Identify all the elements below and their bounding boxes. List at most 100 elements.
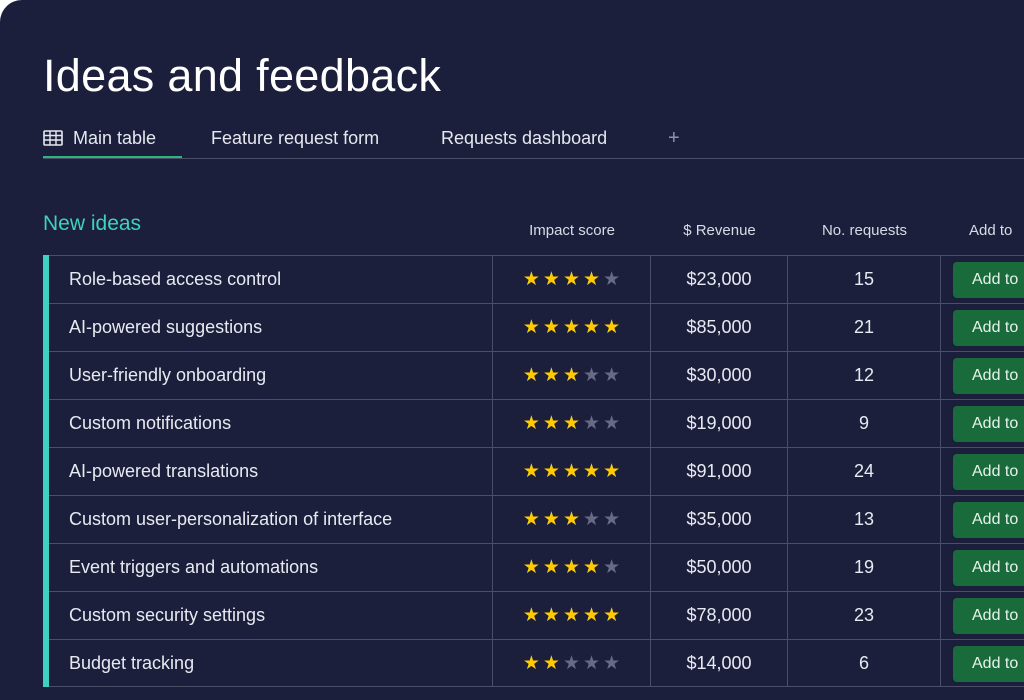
impact-score-cell[interactable]: ★ ★ ★ ★ ★	[493, 496, 651, 543]
star-icon[interactable]: ★	[583, 318, 600, 337]
impact-score-cell[interactable]: ★ ★ ★ ★ ★	[493, 400, 651, 447]
star-icon[interactable]: ★	[523, 558, 540, 577]
star-icon[interactable]: ★	[543, 462, 560, 481]
star-rating[interactable]: ★ ★ ★ ★ ★	[523, 318, 620, 337]
tab-main-table[interactable]: Main table	[43, 118, 182, 158]
revenue-cell[interactable]: $23,000	[651, 256, 788, 303]
impact-score-cell[interactable]: ★ ★ ★ ★ ★	[493, 256, 651, 303]
column-header-add[interactable]: Add to	[941, 222, 1024, 239]
revenue-cell[interactable]: $35,000	[651, 496, 788, 543]
revenue-cell[interactable]: $30,000	[651, 352, 788, 399]
requests-cell[interactable]: 13	[788, 496, 941, 543]
column-header-requests[interactable]: No. requests	[788, 222, 941, 239]
star-icon[interactable]: ★	[563, 654, 580, 673]
star-icon[interactable]: ★	[583, 606, 600, 625]
star-icon[interactable]: ★	[543, 270, 560, 289]
star-rating[interactable]: ★ ★ ★ ★ ★	[523, 510, 620, 529]
star-icon[interactable]: ★	[603, 366, 620, 385]
requests-cell[interactable]: 24	[788, 448, 941, 495]
star-icon[interactable]: ★	[523, 462, 540, 481]
table-row[interactable]: Budget tracking ★ ★ ★ ★ ★ $14,000 6 Add to	[49, 639, 1024, 687]
star-icon[interactable]: ★	[523, 366, 540, 385]
idea-name-cell[interactable]: Event triggers and automations	[49, 544, 493, 591]
requests-cell[interactable]: 23	[788, 592, 941, 639]
revenue-cell[interactable]: $14,000	[651, 640, 788, 687]
star-icon[interactable]: ★	[543, 558, 560, 577]
revenue-cell[interactable]: $78,000	[651, 592, 788, 639]
star-icon[interactable]: ★	[583, 366, 600, 385]
idea-name-cell[interactable]: Custom security settings	[49, 592, 493, 639]
table-row[interactable]: Role-based access control ★ ★ ★ ★ ★ $23,000 15 A…	[49, 255, 1024, 303]
table-row[interactable]: AI-powered suggestions ★ ★ ★ ★ ★ $85,000 21 Add …	[49, 303, 1024, 351]
idea-name-cell[interactable]: Budget tracking	[49, 640, 493, 687]
requests-cell[interactable]: 15	[788, 256, 941, 303]
table-row[interactable]: Event triggers and automations ★ ★ ★ ★ ★ $50,0…	[49, 543, 1024, 591]
star-icon[interactable]: ★	[523, 270, 540, 289]
star-icon[interactable]: ★	[563, 366, 580, 385]
requests-cell[interactable]: 12	[788, 352, 941, 399]
requests-cell[interactable]: 9	[788, 400, 941, 447]
add-to-button[interactable]: Add to	[953, 645, 1024, 682]
idea-name-cell[interactable]: Custom user-personalization of interface	[49, 496, 493, 543]
star-icon[interactable]: ★	[563, 414, 580, 433]
impact-score-cell[interactable]: ★ ★ ★ ★ ★	[493, 592, 651, 639]
add-to-button[interactable]: Add to	[953, 453, 1024, 490]
star-rating[interactable]: ★ ★ ★ ★ ★	[523, 414, 620, 433]
star-icon[interactable]: ★	[523, 510, 540, 529]
add-to-button[interactable]: Add to	[953, 549, 1024, 586]
star-icon[interactable]: ★	[603, 510, 620, 529]
requests-cell[interactable]: 6	[788, 640, 941, 687]
add-view-button[interactable]: +	[668, 118, 680, 158]
star-icon[interactable]: ★	[603, 654, 620, 673]
idea-name-cell[interactable]: AI-powered suggestions	[49, 304, 493, 351]
impact-score-cell[interactable]: ★ ★ ★ ★ ★	[493, 544, 651, 591]
star-icon[interactable]: ★	[543, 318, 560, 337]
star-icon[interactable]: ★	[603, 558, 620, 577]
star-icon[interactable]: ★	[583, 510, 600, 529]
tab-requests-dashboard[interactable]: Requests dashboard	[441, 118, 607, 158]
tab-feature-request-form[interactable]: Feature request form	[211, 118, 379, 158]
star-icon[interactable]: ★	[543, 606, 560, 625]
star-icon[interactable]: ★	[583, 654, 600, 673]
star-icon[interactable]: ★	[523, 654, 540, 673]
star-icon[interactable]: ★	[563, 462, 580, 481]
impact-score-cell[interactable]: ★ ★ ★ ★ ★	[493, 352, 651, 399]
star-icon[interactable]: ★	[563, 606, 580, 625]
star-icon[interactable]: ★	[563, 558, 580, 577]
star-icon[interactable]: ★	[523, 606, 540, 625]
add-to-button[interactable]: Add to	[953, 597, 1024, 634]
impact-score-cell[interactable]: ★ ★ ★ ★ ★	[493, 448, 651, 495]
impact-score-cell[interactable]: ★ ★ ★ ★ ★	[493, 304, 651, 351]
revenue-cell[interactable]: $19,000	[651, 400, 788, 447]
table-row[interactable]: Custom notifications ★ ★ ★ ★ ★ $19,000 9 Add to	[49, 399, 1024, 447]
star-icon[interactable]: ★	[543, 654, 560, 673]
star-icon[interactable]: ★	[563, 318, 580, 337]
star-rating[interactable]: ★ ★ ★ ★ ★	[523, 558, 620, 577]
star-icon[interactable]: ★	[583, 462, 600, 481]
add-to-button[interactable]: Add to	[953, 357, 1024, 394]
revenue-cell[interactable]: $85,000	[651, 304, 788, 351]
idea-name-cell[interactable]: Role-based access control	[49, 256, 493, 303]
add-to-button[interactable]: Add to	[953, 261, 1024, 298]
add-to-button[interactable]: Add to	[953, 309, 1024, 346]
star-icon[interactable]: ★	[523, 414, 540, 433]
idea-name-cell[interactable]: AI-powered translations	[49, 448, 493, 495]
star-rating[interactable]: ★ ★ ★ ★ ★	[523, 366, 620, 385]
star-icon[interactable]: ★	[603, 606, 620, 625]
star-icon[interactable]: ★	[523, 318, 540, 337]
star-icon[interactable]: ★	[603, 414, 620, 433]
revenue-cell[interactable]: $50,000	[651, 544, 788, 591]
star-rating[interactable]: ★ ★ ★ ★ ★	[523, 606, 620, 625]
column-header-impact[interactable]: Impact score	[493, 222, 651, 239]
star-rating[interactable]: ★ ★ ★ ★ ★	[523, 270, 620, 289]
add-to-button[interactable]: Add to	[953, 501, 1024, 538]
column-header-revenue[interactable]: $ Revenue	[651, 222, 788, 239]
star-icon[interactable]: ★	[603, 462, 620, 481]
star-icon[interactable]: ★	[543, 510, 560, 529]
idea-name-cell[interactable]: Custom notifications	[49, 400, 493, 447]
table-row[interactable]: Custom security settings ★ ★ ★ ★ ★ $78,000 23 Ad…	[49, 591, 1024, 639]
star-icon[interactable]: ★	[563, 510, 580, 529]
star-icon[interactable]: ★	[603, 318, 620, 337]
star-icon[interactable]: ★	[583, 414, 600, 433]
requests-cell[interactable]: 19	[788, 544, 941, 591]
